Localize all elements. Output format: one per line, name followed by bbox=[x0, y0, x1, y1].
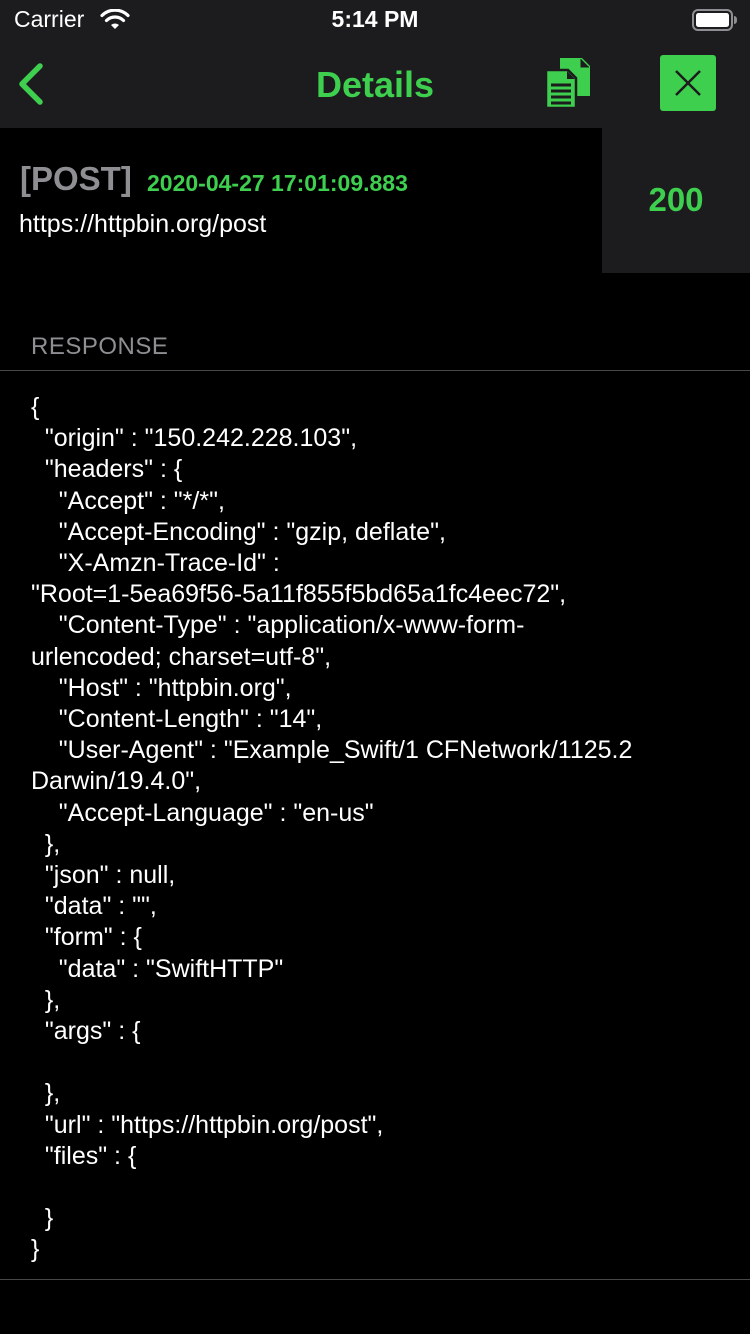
request-method: [POST] bbox=[20, 160, 132, 197]
copy-documents-icon bbox=[540, 58, 596, 118]
request-url: https://httpbin.org/post bbox=[19, 210, 267, 238]
navigation-bar: Details bbox=[0, 40, 750, 128]
section-divider-bottom bbox=[0, 1279, 750, 1280]
close-x-icon bbox=[660, 70, 716, 115]
battery-icon bbox=[692, 9, 738, 36]
status-time: 5:14 PM bbox=[331, 6, 419, 32]
close-button[interactable] bbox=[660, 55, 716, 111]
status-bar: Carrier 5:14 PM bbox=[0, 0, 750, 40]
status-code: 200 bbox=[648, 181, 704, 218]
status-code-box: 200 bbox=[602, 128, 750, 273]
request-summary: [POST] 2020-04-27 17:01:09.883 https://h… bbox=[0, 128, 602, 273]
response-section-title: RESPONSE bbox=[31, 333, 169, 360]
response-body[interactable]: { "origin" : "150.242.228.103", "headers… bbox=[31, 392, 721, 1266]
page-title: Details bbox=[315, 64, 435, 105]
request-timestamp: 2020-04-27 17:01:09.883 bbox=[147, 170, 408, 196]
copy-button[interactable] bbox=[540, 54, 596, 114]
section-divider-top bbox=[0, 370, 750, 371]
